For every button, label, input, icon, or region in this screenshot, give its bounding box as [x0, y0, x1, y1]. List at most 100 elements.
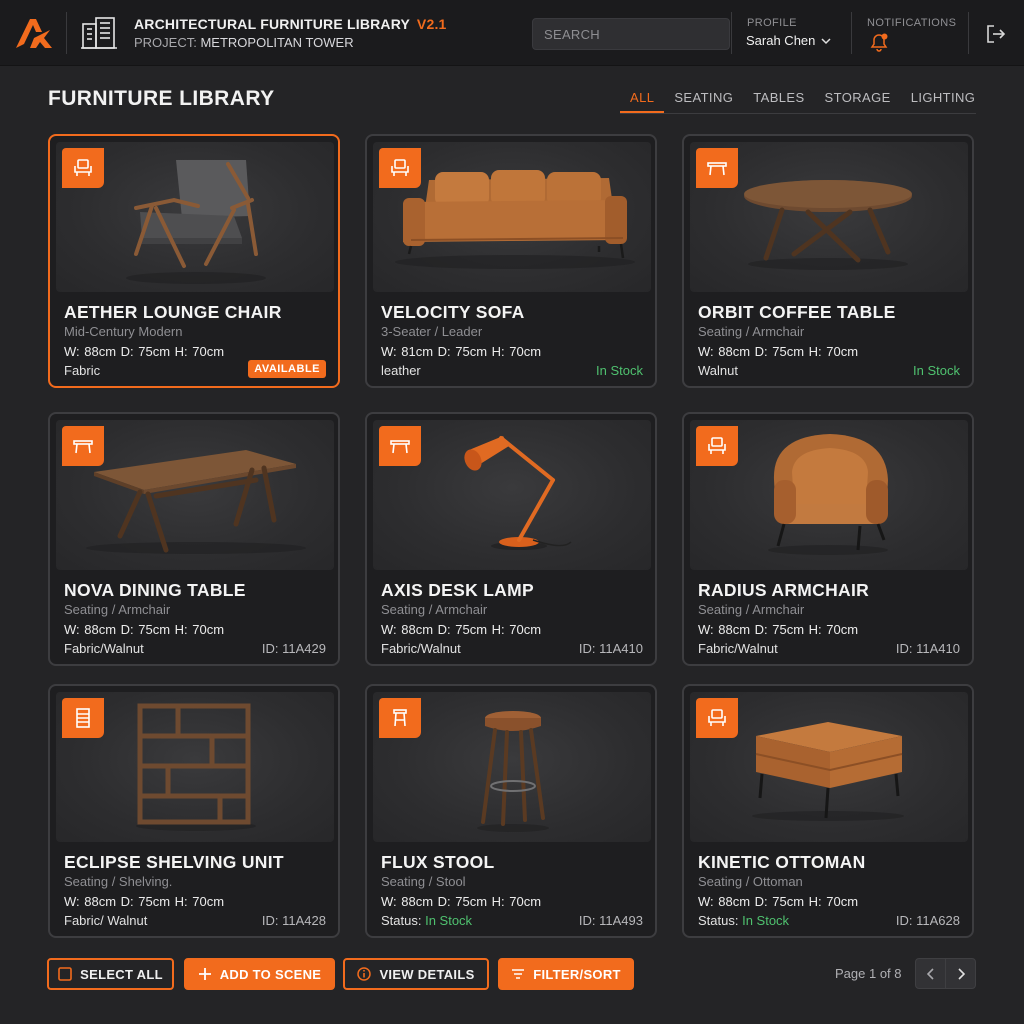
product-id: ID: 11A428	[261, 913, 326, 928]
product-dimensions: W: 88cm D: 75cm H: 70cm	[64, 344, 225, 359]
product-material: Fabric/Walnut	[64, 641, 144, 656]
logout-icon[interactable]	[985, 24, 1007, 44]
product-material: Fabric/ Walnut	[64, 913, 148, 928]
chevron-right-icon	[957, 967, 965, 980]
shelving-icon	[76, 708, 90, 728]
category-badge	[62, 698, 104, 738]
project-label: PROJECT:	[134, 35, 197, 50]
product-card-flux-stool[interactable]: FLUX STOOL Seating / Stool W: 88cm D: 75…	[365, 684, 657, 938]
product-material: Fabric	[64, 363, 101, 378]
product-subtitle: Seating / Shelving.	[64, 874, 173, 889]
app-version: v2.1	[416, 16, 447, 32]
product-dimensions: W: 88cm D: 75cm H: 70cm	[381, 622, 542, 637]
category-badge	[696, 698, 738, 738]
status-value: In Stock	[425, 913, 473, 928]
product-image	[373, 692, 651, 842]
view-details-label: VIEW DETAILS	[379, 966, 475, 982]
product-name: ECLIPSE SHELVING UNIT	[64, 852, 284, 872]
category-badge	[379, 426, 421, 466]
category-badge	[379, 148, 421, 188]
availability-badge: AVAILABLE	[248, 360, 326, 378]
product-card-orbit-coffee-table[interactable]: ORBIT COFFEE TABLE Seating / Armchair W:…	[682, 134, 974, 388]
product-subtitle: Mid-Century Modern	[64, 324, 183, 339]
bell-icon[interactable]	[868, 32, 890, 52]
product-card-eclipse-shelving-unit[interactable]: ECLIPSE SHELVING UNIT Seating / Shelving…	[48, 684, 340, 938]
product-dimensions: W: 81cm D: 75cm H: 70cm	[381, 344, 542, 359]
product-card-velocity-sofa[interactable]: VELOCITY SOFA 3-Seater / Leader W: 81cm …	[365, 134, 657, 388]
pagination-status: Page 1 of 8	[835, 966, 902, 981]
product-image	[690, 692, 968, 842]
stock-status: In Stock	[596, 363, 643, 378]
product-image	[373, 420, 651, 570]
status-label: Status:	[381, 913, 422, 928]
product-material: Walnut	[698, 363, 738, 378]
product-image	[373, 142, 651, 292]
product-card-aether-lounge-chair[interactable]: AETHER LOUNGE CHAIR Mid-Century Modern W…	[48, 134, 340, 388]
tab-storage[interactable]: STORAGE	[815, 90, 901, 113]
category-tabs: ALL SEATING TABLES STORAGE LIGHTING	[620, 90, 976, 114]
header-divider	[968, 12, 969, 54]
product-subtitle: Seating / Stool	[381, 874, 466, 889]
select-all-button[interactable]: SELECT ALL	[47, 958, 174, 990]
product-dimensions: W: 88cm D: 75cm H: 70cm	[64, 894, 225, 909]
product-dimensions: W: 88cm D: 75cm H: 70cm	[698, 622, 859, 637]
status-value: In Stock	[742, 913, 790, 928]
table-icon	[390, 440, 410, 454]
profile-menu[interactable]: Sarah Chen	[746, 33, 831, 48]
product-card-axis-desk-lamp[interactable]: AXIS DESK LAMP Seating / Armchair W: 88c…	[365, 412, 657, 666]
category-badge	[696, 426, 738, 466]
status-label: Status:	[698, 913, 739, 928]
product-name: ORBIT COFFEE TABLE	[698, 302, 896, 322]
product-material: Fabric/Walnut	[698, 641, 778, 656]
armchair-icon	[391, 159, 409, 176]
app-title: ARCHITECTURAL FURNITURE LIBRARY v2.1	[134, 16, 447, 32]
header-divider	[66, 12, 67, 54]
plus-icon	[198, 968, 211, 980]
filter-sort-button[interactable]: FILTER/SORT	[498, 958, 634, 990]
search-input[interactable]	[532, 18, 730, 50]
category-badge	[62, 426, 104, 466]
view-details-button[interactable]: VIEW DETAILS	[343, 958, 489, 990]
ottoman-icon	[708, 709, 726, 726]
product-dimensions: W: 88cm D: 75cm H: 70cm	[698, 894, 859, 909]
building-icon	[81, 17, 117, 49]
product-card-radius-armchair[interactable]: RADIUS ARMCHAIR Seating / Armchair W: 88…	[682, 412, 974, 666]
product-id: ID: 11A429	[261, 641, 326, 656]
filter-icon	[512, 969, 525, 979]
chevron-left-icon	[926, 967, 934, 980]
category-badge	[62, 148, 104, 188]
product-card-kinetic-ottoman[interactable]: KINETIC OTTOMAN Seating / Ottoman W: 88c…	[682, 684, 974, 938]
header-divider	[731, 12, 732, 54]
product-dimensions: W: 88cm D: 75cm H: 70cm	[381, 894, 542, 909]
product-card-nova-dining-table[interactable]: NOVA DINING TABLE Seating / Armchair W: …	[48, 412, 340, 666]
product-name: NOVA DINING TABLE	[64, 580, 246, 600]
table-icon	[73, 440, 93, 454]
product-id: ID: 11A410	[578, 641, 643, 656]
next-page-button[interactable]	[945, 958, 976, 989]
product-image	[56, 420, 334, 570]
product-subtitle: Seating / Armchair	[698, 602, 805, 617]
category-badge	[379, 698, 421, 738]
product-subtitle: Seating / Ottoman	[698, 874, 803, 889]
app-logo[interactable]	[14, 16, 54, 50]
profile-name: Sarah Chen	[746, 33, 816, 48]
add-to-scene-label: ADD TO SCENE	[219, 966, 322, 982]
product-status: Status: In Stock	[381, 913, 472, 928]
stock-status: In Stock	[913, 363, 960, 378]
chevron-down-icon	[821, 37, 831, 44]
checkbox-icon	[58, 967, 72, 981]
product-id: ID: 11A493	[578, 913, 643, 928]
product-name: RADIUS ARMCHAIR	[698, 580, 870, 600]
project-name: METROPOLITAN TOWER	[200, 35, 354, 50]
product-material: leather	[381, 363, 421, 378]
product-subtitle: Seating / Armchair	[381, 602, 488, 617]
product-subtitle: 3-Seater / Leader	[381, 324, 483, 339]
product-image	[690, 420, 968, 570]
notifications-label: NOTIFICATIONS	[867, 17, 957, 29]
previous-page-button[interactable]	[915, 958, 946, 989]
tab-tables[interactable]: TABLES	[743, 90, 814, 113]
tab-seating[interactable]: SEATING	[664, 90, 743, 113]
tab-lighting[interactable]: LIGHTING	[901, 90, 986, 113]
add-to-scene-button[interactable]: ADD TO SCENE	[184, 958, 335, 990]
tab-all[interactable]: ALL	[620, 90, 665, 113]
